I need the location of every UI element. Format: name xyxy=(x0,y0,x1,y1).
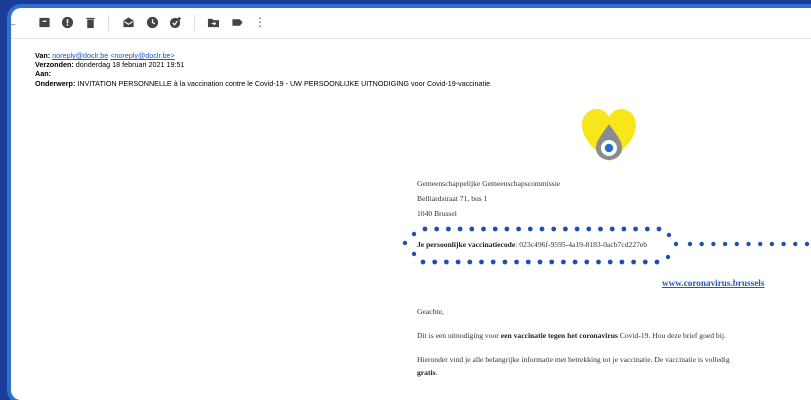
vaccination-code-label: Je persoonlijke vaccinatiecode xyxy=(417,240,516,249)
vaccination-code-value: : 023c496f-9595-4a19-8183-0acb7cd227eb xyxy=(515,240,648,249)
intro-text-bold: een vaccinatie tegen het coronavirus xyxy=(500,331,618,340)
greeting: Geachte, xyxy=(417,307,444,316)
subject-label: Onderwerp: xyxy=(35,78,76,88)
subject-row: Onderwerp: INVITATION PERSONNELLE à la v… xyxy=(35,79,490,88)
from-email-link[interactable]: <noreply@doclr.be> xyxy=(110,51,174,60)
website-link[interactable]: www.coronavirus.brussels xyxy=(662,278,764,288)
mark-unread-icon[interactable] xyxy=(121,15,135,29)
intro-text-pre: Dit is een uitnodiging voor xyxy=(417,331,501,340)
org-line-2: Belliardstraat 71, bus 1 xyxy=(417,194,488,203)
subject-value: INVITATION PERSONNELLE à la vaccination … xyxy=(77,78,491,88)
sent-label: Verzonden: xyxy=(35,60,74,70)
to-row: Aan: xyxy=(35,69,490,78)
toolbar-divider xyxy=(108,15,109,31)
info-text-bold: gratis xyxy=(417,368,436,377)
from-name-link[interactable]: noreply@doclr.be xyxy=(52,51,108,60)
add-task-icon[interactable] xyxy=(168,15,182,29)
info-paragraph-line2: gratis. xyxy=(417,368,437,377)
sent-value: donderdag 18 februari 2021 19:51 xyxy=(75,60,185,70)
archive-icon[interactable] xyxy=(37,15,51,29)
from-row: Van: noreply@doclr.be <noreply@doclr.be> xyxy=(35,51,490,60)
back-arrow-icon[interactable]: ← xyxy=(11,15,18,30)
vaccination-heart-logo xyxy=(578,107,640,163)
to-label: Aan: xyxy=(35,69,51,79)
email-window: ← ⋮ Van: noreply@doclr.be <noreply@doclr… xyxy=(11,8,811,400)
delete-icon[interactable] xyxy=(83,15,97,29)
email-toolbar: ← ⋮ xyxy=(11,8,811,39)
report-spam-icon[interactable] xyxy=(60,15,74,29)
sent-row: Verzonden: donderdag 18 februari 2021 19… xyxy=(35,60,490,69)
email-headers: Van: noreply@doclr.be <noreply@doclr.be>… xyxy=(35,51,490,88)
more-icon[interactable]: ⋮ xyxy=(253,15,267,29)
move-to-icon[interactable] xyxy=(206,15,220,29)
org-line-3: 1040 Brussel xyxy=(417,209,457,218)
org-line-1: Gemeenschappelijke Gemeenschapscommissie xyxy=(417,179,561,188)
snooze-icon[interactable] xyxy=(145,15,159,29)
intro-text-post: Covid-19. Hou deze brief goed bij. xyxy=(617,331,726,340)
intro-paragraph: Dit is een uitnodiging voor een vaccinat… xyxy=(417,331,726,340)
info-paragraph-line1: Hieronder vind je alle belangrijke infor… xyxy=(417,355,730,364)
from-label: Van: xyxy=(35,51,51,60)
vaccination-code-line: Je persoonlijke vaccinatiecode: 023c496f… xyxy=(417,240,647,249)
label-icon[interactable] xyxy=(230,15,244,29)
toolbar-divider xyxy=(194,15,195,31)
info-text-end: . xyxy=(435,368,438,377)
